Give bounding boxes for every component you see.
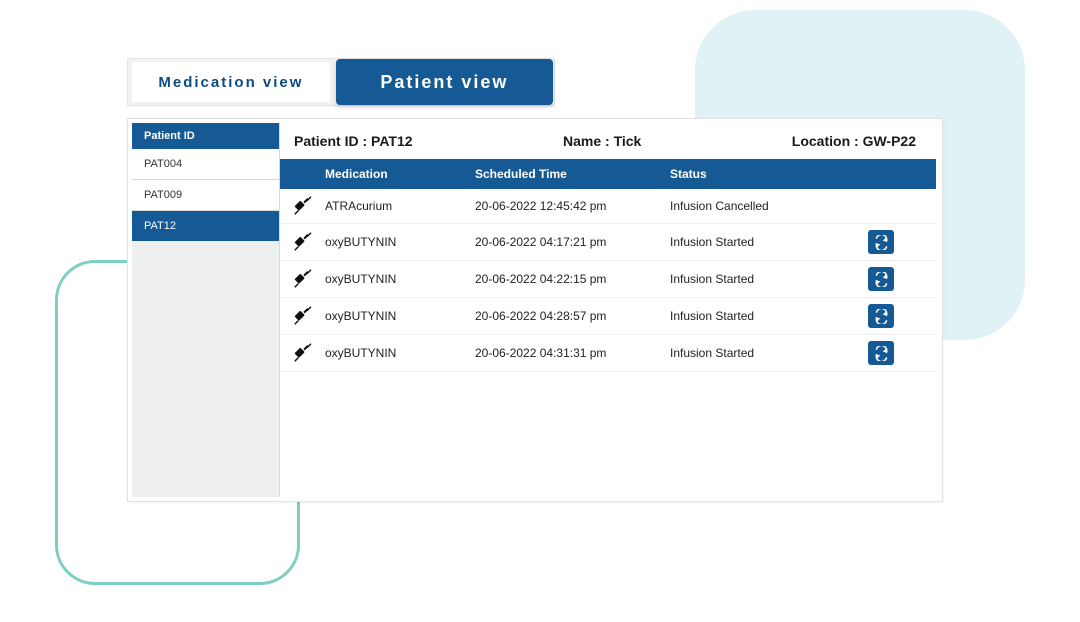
tab-medication-view-label: Medication view: [158, 74, 303, 91]
info-location-label: Location :: [792, 133, 859, 149]
cell-status: Infusion Started: [670, 309, 868, 323]
syringe-icon: [280, 268, 325, 290]
header-scheduled-time: Scheduled Time: [475, 167, 670, 181]
syringe-icon: [280, 195, 325, 217]
patient-sidebar: Patient ID PAT004 PAT009 PAT12: [132, 123, 280, 497]
refresh-icon: [874, 272, 889, 287]
cell-status: Infusion Started: [670, 235, 868, 249]
sidebar-header: Patient ID: [132, 123, 279, 149]
cell-medication: oxyBUTYNIN: [325, 309, 475, 323]
info-name-label: Name :: [563, 133, 610, 149]
medication-table-header: Medication Scheduled Time Status: [280, 159, 936, 189]
tab-patient-view[interactable]: Patient view: [336, 59, 553, 105]
table-row: oxyBUTYNIN20-06-2022 04:31:31 pmInfusion…: [280, 335, 936, 372]
info-patient-id: Patient ID : PAT12: [294, 133, 413, 149]
syringe-icon: [280, 342, 325, 364]
header-medication: Medication: [325, 167, 475, 181]
refresh-icon: [874, 235, 889, 250]
cell-scheduled-time: 20-06-2022 04:22:15 pm: [475, 272, 670, 286]
refresh-button[interactable]: [868, 341, 894, 365]
syringe-icon: [280, 305, 325, 327]
cell-medication: ATRAcurium: [325, 199, 475, 213]
cell-action: [868, 230, 933, 254]
cell-scheduled-time: 20-06-2022 12:45:42 pm: [475, 199, 670, 213]
sidebar-items: PAT004 PAT009 PAT12: [132, 149, 279, 241]
cell-action: [868, 341, 933, 365]
sidebar-item-label: PAT009: [144, 189, 182, 201]
cell-scheduled-time: 20-06-2022 04:17:21 pm: [475, 235, 670, 249]
refresh-button[interactable]: [868, 267, 894, 291]
cell-medication: oxyBUTYNIN: [325, 346, 475, 360]
info-patient-id-label: Patient ID :: [294, 133, 367, 149]
refresh-button[interactable]: [868, 230, 894, 254]
table-row: ATRAcurium20-06-2022 12:45:42 pmInfusion…: [280, 189, 936, 224]
refresh-icon: [874, 309, 889, 324]
patient-info-row: Patient ID : PAT12 Name : Tick Location …: [280, 123, 936, 159]
table-row: oxyBUTYNIN20-06-2022 04:17:21 pmInfusion…: [280, 224, 936, 261]
main-content: Patient ID : PAT12 Name : Tick Location …: [280, 119, 942, 501]
sidebar-item-patient[interactable]: PAT004: [132, 149, 279, 180]
tab-patient-view-label: Patient view: [380, 72, 508, 93]
info-name: Name : Tick: [563, 133, 641, 149]
syringe-icon: [280, 231, 325, 253]
cell-scheduled-time: 20-06-2022 04:28:57 pm: [475, 309, 670, 323]
sidebar-item-patient[interactable]: PAT12: [132, 211, 279, 241]
header-status: Status: [670, 167, 868, 181]
patient-view-panel: Patient ID PAT004 PAT009 PAT12 Patient ID …: [127, 118, 943, 502]
sidebar-empty-area: [132, 241, 279, 497]
info-name-value: Tick: [614, 133, 642, 149]
cell-action: [868, 304, 933, 328]
sidebar-item-patient[interactable]: PAT009: [132, 180, 279, 211]
table-row: oxyBUTYNIN20-06-2022 04:22:15 pmInfusion…: [280, 261, 936, 298]
view-tabs: Medication view Patient view: [127, 58, 555, 106]
cell-action: [868, 267, 933, 291]
sidebar-header-label: Patient ID: [144, 130, 195, 142]
medication-table-body: ATRAcurium20-06-2022 12:45:42 pmInfusion…: [280, 189, 936, 497]
sidebar-item-label: PAT12: [144, 220, 176, 232]
sidebar-item-label: PAT004: [144, 158, 182, 170]
cell-scheduled-time: 20-06-2022 04:31:31 pm: [475, 346, 670, 360]
info-location-value: GW-P22: [863, 133, 916, 149]
cell-medication: oxyBUTYNIN: [325, 272, 475, 286]
refresh-icon: [874, 346, 889, 361]
refresh-button[interactable]: [868, 304, 894, 328]
cell-status: Infusion Cancelled: [670, 199, 868, 213]
cell-medication: oxyBUTYNIN: [325, 235, 475, 249]
table-row: oxyBUTYNIN20-06-2022 04:28:57 pmInfusion…: [280, 298, 936, 335]
info-patient-id-value: PAT12: [371, 133, 413, 149]
cell-status: Infusion Started: [670, 346, 868, 360]
info-location: Location : GW-P22: [792, 133, 916, 149]
tab-medication-view[interactable]: Medication view: [132, 62, 330, 102]
cell-status: Infusion Started: [670, 272, 868, 286]
